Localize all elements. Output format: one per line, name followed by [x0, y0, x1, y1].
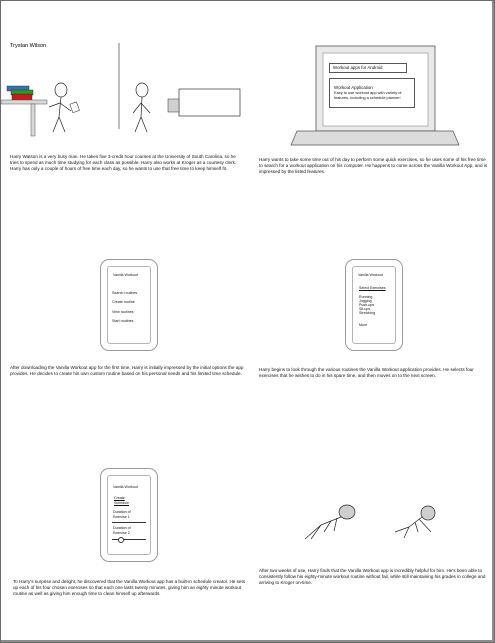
panel6-caption: After two weeks of use, Harry finds that… [259, 568, 486, 586]
page-right-shadow [492, 1, 494, 642]
panel6-illustration [304, 504, 436, 540]
stick-figure-running [394, 505, 436, 539]
storyboard-page: Trystan Wilson Harry Watson is a very bu… [0, 0, 495, 643]
stick-figure-pushup [304, 504, 356, 540]
page-bottom-shadow [1, 640, 494, 642]
